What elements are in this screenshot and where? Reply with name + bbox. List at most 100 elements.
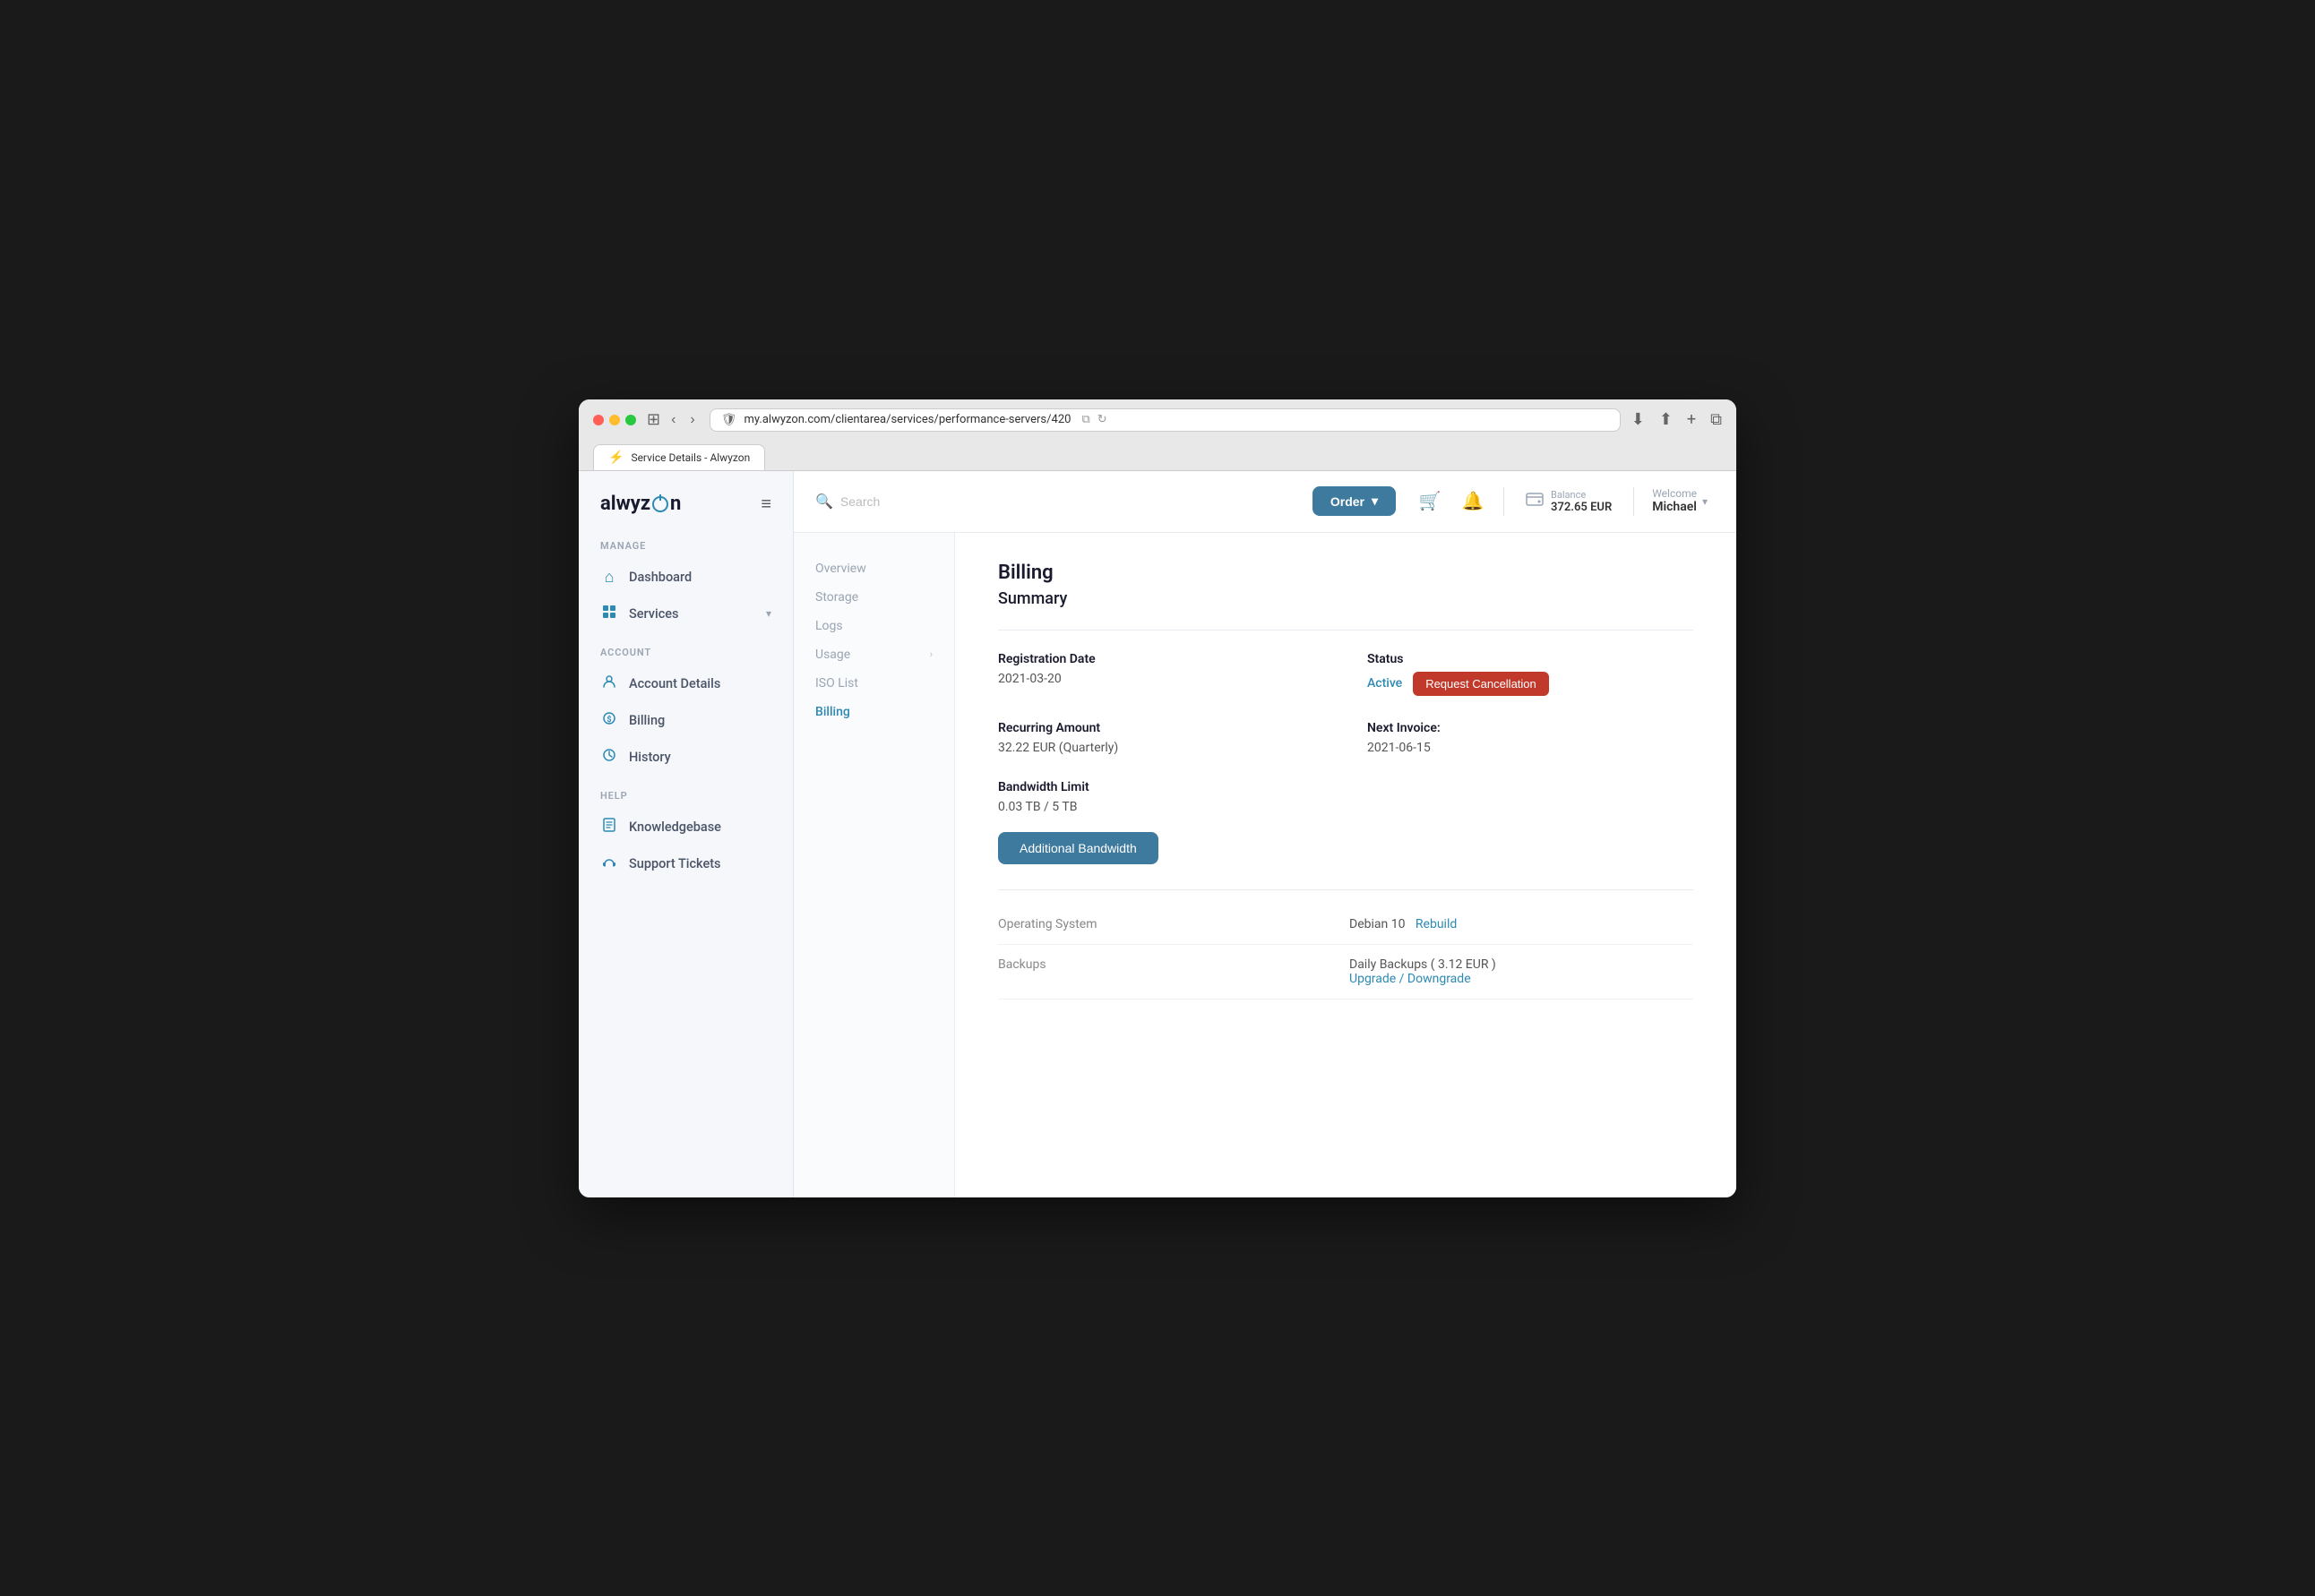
sidebar-item-label-history: History bbox=[629, 750, 671, 765]
search-area: 🔍 bbox=[815, 493, 1298, 510]
additional-bandwidth-button[interactable]: Additional Bandwidth bbox=[998, 832, 1158, 864]
bandwidth-limit-value: 0.03 TB / 5 TB bbox=[998, 800, 1693, 814]
billing-grid-1: Registration Date 2021-03-20 Status Acti… bbox=[998, 652, 1693, 696]
sidebar-item-billing[interactable]: $ Billing bbox=[579, 702, 793, 739]
security-icon: 🛡 bbox=[721, 413, 737, 427]
support-icon bbox=[600, 854, 618, 873]
tabs-icon[interactable]: ⧉ bbox=[1710, 410, 1722, 429]
sidebar-item-support-tickets[interactable]: Support Tickets bbox=[579, 845, 793, 882]
refresh-icon[interactable]: ↻ bbox=[1097, 413, 1107, 426]
order-button[interactable]: Order ▾ bbox=[1312, 486, 1396, 516]
section-title: Summary bbox=[998, 589, 1693, 608]
knowledgebase-icon bbox=[600, 818, 618, 837]
cart-button[interactable]: 🛒 bbox=[1410, 482, 1450, 521]
account-section-label: ACCOUNT bbox=[579, 647, 793, 665]
registration-date-value: 2021-03-20 bbox=[998, 672, 1324, 686]
traffic-light-red[interactable] bbox=[593, 415, 604, 425]
sidebar-item-dashboard[interactable]: ⌂ Dashboard bbox=[579, 559, 793, 596]
bandwidth-section: Bandwidth Limit 0.03 TB / 5 TB Additiona… bbox=[998, 780, 1693, 864]
sidebar-item-services[interactable]: Services ▾ bbox=[579, 596, 793, 632]
backups-label: Backups bbox=[998, 957, 1342, 986]
registration-date-field: Registration Date 2021-03-20 bbox=[998, 652, 1324, 696]
balance-amount: 372.65 EUR bbox=[1551, 501, 1612, 514]
back-button[interactable]: ‹ bbox=[667, 410, 679, 430]
request-cancellation-button[interactable]: Request Cancellation bbox=[1413, 672, 1549, 696]
subnav-usage[interactable]: Usage › bbox=[794, 640, 954, 669]
usage-chevron-icon: › bbox=[930, 648, 933, 660]
subnav-iso-list[interactable]: ISO List bbox=[794, 669, 954, 698]
order-label: Order bbox=[1330, 494, 1364, 509]
backups-value: Daily Backups ( 3.12 EUR ) Upgrade / Dow… bbox=[1349, 957, 1693, 986]
header-divider bbox=[1503, 487, 1504, 516]
next-invoice-value: 2021-06-15 bbox=[1367, 741, 1693, 755]
balance-area[interactable]: Balance 372.65 EUR bbox=[1515, 489, 1622, 514]
welcome-area[interactable]: Welcome Michael ▾ bbox=[1645, 487, 1715, 515]
subnav-overview[interactable]: Overview bbox=[794, 554, 954, 583]
subnav-storage[interactable]: Storage bbox=[794, 583, 954, 612]
sub-navigation: Overview Storage Logs Usage › ISO List B… bbox=[794, 533, 955, 1197]
sidebar-item-label-account-details: Account Details bbox=[629, 676, 720, 691]
os-row: Operating System Debian 10 Rebuild bbox=[998, 905, 1693, 945]
sidebar-toggle-icon[interactable]: ⊞ bbox=[647, 410, 660, 429]
os-value: Debian 10 Rebuild bbox=[1349, 917, 1693, 931]
traffic-light-yellow[interactable] bbox=[609, 415, 620, 425]
sidebar-item-label-services: Services bbox=[629, 606, 679, 622]
share-icon[interactable]: ⬆ bbox=[1659, 410, 1673, 429]
os-label: Operating System bbox=[998, 917, 1342, 931]
bandwidth-limit-label: Bandwidth Limit bbox=[998, 780, 1693, 794]
status-active-value: Active bbox=[1367, 676, 1402, 691]
search-icon: 🔍 bbox=[815, 493, 833, 510]
forward-button[interactable]: › bbox=[686, 410, 698, 430]
header-divider-2 bbox=[1633, 487, 1634, 516]
download-icon[interactable]: ⬇ bbox=[1631, 410, 1645, 429]
hamburger-icon[interactable]: ≡ bbox=[761, 493, 771, 515]
sidebar-item-account-details[interactable]: Account Details bbox=[579, 665, 793, 702]
upgrade-downgrade-link[interactable]: Upgrade / Downgrade bbox=[1349, 972, 1471, 986]
url-bar[interactable]: 🛡 my.alwyzon.com/clientarea/services/per… bbox=[710, 408, 1621, 432]
registration-date-label: Registration Date bbox=[998, 652, 1324, 666]
manage-section-label: MANAGE bbox=[579, 540, 793, 559]
order-chevron-icon: ▾ bbox=[1372, 493, 1378, 509]
tab-favicon: ⚡ bbox=[608, 450, 624, 465]
status-row: Active Request Cancellation bbox=[1367, 672, 1693, 696]
svg-text:$: $ bbox=[607, 715, 611, 725]
balance-label: Balance bbox=[1551, 489, 1612, 501]
recurring-amount-label: Recurring Amount bbox=[998, 721, 1324, 735]
main-content: Billing Summary Registration Date 2021-0… bbox=[955, 533, 1736, 1197]
billing-divider bbox=[998, 630, 1693, 631]
sidebar-item-label-billing: Billing bbox=[629, 713, 665, 728]
recurring-amount-value: 32.22 EUR (Quarterly) bbox=[998, 741, 1324, 755]
billing-grid-2: Recurring Amount 32.22 EUR (Quarterly) N… bbox=[998, 721, 1693, 755]
logo-power-icon bbox=[652, 496, 668, 512]
search-input[interactable] bbox=[840, 494, 1109, 509]
browser-tab[interactable]: ⚡ Service Details - Alwyzon bbox=[593, 444, 765, 470]
reader-icon: ⧉ bbox=[1081, 413, 1089, 426]
recurring-amount-field: Recurring Amount 32.22 EUR (Quarterly) bbox=[998, 721, 1324, 755]
logo-text-end: n bbox=[670, 493, 681, 515]
services-icon bbox=[600, 605, 618, 623]
rebuild-link[interactable]: Rebuild bbox=[1416, 917, 1457, 931]
welcome-label: Welcome bbox=[1652, 487, 1697, 500]
sidebar-item-knowledgebase[interactable]: Knowledgebase bbox=[579, 809, 793, 845]
status-field: Status Active Request Cancellation bbox=[1367, 652, 1693, 696]
services-chevron-icon: ▾ bbox=[766, 607, 771, 620]
sidebar-item-label-knowledgebase: Knowledgebase bbox=[629, 819, 721, 835]
history-icon bbox=[600, 748, 618, 767]
top-header: 🔍 Order ▾ 🛒 🔔 bbox=[794, 471, 1736, 533]
next-invoice-label: Next Invoice: bbox=[1367, 721, 1693, 735]
traffic-light-green[interactable] bbox=[625, 415, 636, 425]
new-tab-icon[interactable]: + bbox=[1687, 410, 1696, 429]
os-section: Operating System Debian 10 Rebuild Backu… bbox=[998, 889, 1693, 1000]
logo-text: alwyz bbox=[600, 493, 650, 515]
header-actions: 🛒 🔔 Balance 372.65 bbox=[1410, 482, 1715, 521]
subnav-billing[interactable]: Billing bbox=[794, 698, 954, 726]
bell-button[interactable]: 🔔 bbox=[1453, 482, 1493, 521]
page-title: Billing bbox=[998, 562, 1693, 584]
welcome-name: Michael bbox=[1652, 500, 1697, 515]
billing-icon: $ bbox=[600, 711, 618, 730]
subnav-logs[interactable]: Logs bbox=[794, 612, 954, 640]
sidebar-item-history[interactable]: History bbox=[579, 739, 793, 776]
url-text: my.alwyzon.com/clientarea/services/perfo… bbox=[744, 413, 1071, 426]
backup-row: Backups Daily Backups ( 3.12 EUR ) Upgra… bbox=[998, 945, 1693, 1000]
welcome-chevron-icon: ▾ bbox=[1702, 495, 1708, 508]
